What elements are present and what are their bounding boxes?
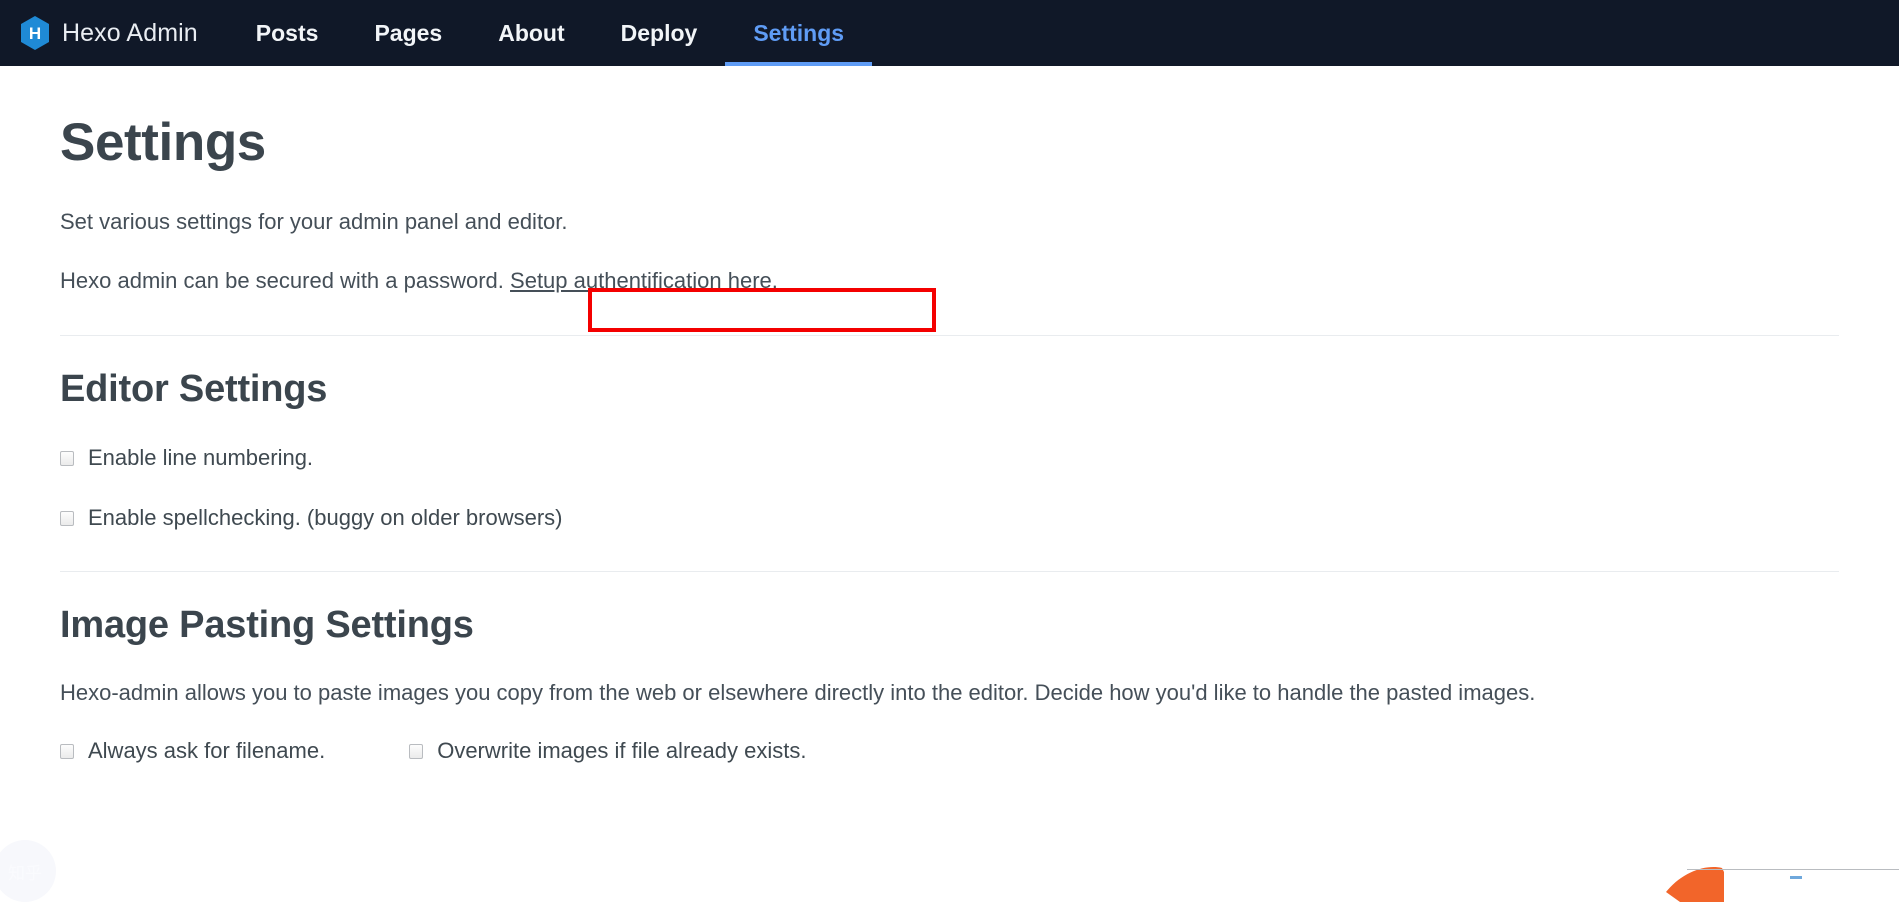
page-title: Settings (60, 113, 266, 172)
hexo-logo-icon: H (20, 16, 50, 50)
nav-item-deploy[interactable]: Deploy (593, 0, 726, 66)
nav-item-about[interactable]: About (470, 0, 592, 66)
image-pasting-description: Hexo-admin allows you to paste images yo… (60, 680, 1536, 706)
divider-top (60, 335, 1839, 337)
image-pasting-options-row: Always ask for filename. Overwrite image… (60, 738, 1839, 764)
label-enable-line-numbering[interactable]: Enable line numbering. (88, 445, 313, 471)
page-lead-text: Set various settings for your admin pane… (60, 209, 568, 235)
checkbox-overwrite-images[interactable] (409, 743, 424, 759)
editor-settings-heading: Editor Settings (60, 368, 328, 411)
nav-item-pages[interactable]: Pages (346, 0, 470, 66)
label-always-ask-for-filename[interactable]: Always ask for filename. (88, 738, 325, 764)
checkbox-group-line-numbering[interactable]: Enable line numbering. (60, 445, 313, 471)
label-overwrite-images[interactable]: Overwrite images if file already exists. (437, 738, 806, 764)
divider-middle (60, 571, 1839, 573)
auth-paragraph: Hexo admin can be secured with a passwor… (60, 267, 1839, 296)
label-enable-spellchecking[interactable]: Enable spellchecking. (buggy on older br… (88, 505, 562, 531)
top-navbar: H Hexo Admin Posts Pages About Deploy Se… (0, 0, 1899, 66)
checkbox-enable-spellchecking[interactable] (60, 510, 74, 526)
editor-option-line-numbering-row: Enable line numbering. (60, 445, 1839, 471)
svg-text:H: H (29, 24, 41, 43)
bottom-horizontal-rule (1687, 869, 1899, 870)
checkbox-group-spellchecking[interactable]: Enable spellchecking. (buggy on older br… (60, 505, 562, 531)
nav-item-posts[interactable]: Posts (228, 0, 347, 66)
checkbox-group-always-ask-filename[interactable]: Always ask for filename. (60, 738, 325, 764)
navbar-items: Posts Pages About Deploy Settings (228, 0, 872, 66)
checkbox-always-ask-for-filename[interactable] (60, 743, 74, 759)
auth-sentence-text: Hexo admin can be secured with a passwor… (60, 267, 504, 293)
settings-page: Settings Set various settings for your a… (0, 113, 1899, 764)
nav-item-settings[interactable]: Settings (725, 0, 872, 66)
brand-home-link[interactable]: H Hexo Admin (10, 0, 212, 66)
editor-option-spellchecking-row: Enable spellchecking. (buggy on older br… (60, 505, 1839, 531)
image-pasting-settings-heading: Image Pasting Settings (60, 604, 474, 647)
setup-authentification-link[interactable]: Setup authentification here. (510, 268, 778, 293)
checkbox-enable-line-numbering[interactable] (60, 450, 74, 466)
checkbox-group-overwrite-images[interactable]: Overwrite images if file already exists. (409, 738, 806, 764)
watermark-badge: 知乎 (0, 840, 56, 902)
orange-cursor-arrow-icon (1660, 862, 1724, 902)
brand-label: Hexo Admin (62, 18, 198, 47)
